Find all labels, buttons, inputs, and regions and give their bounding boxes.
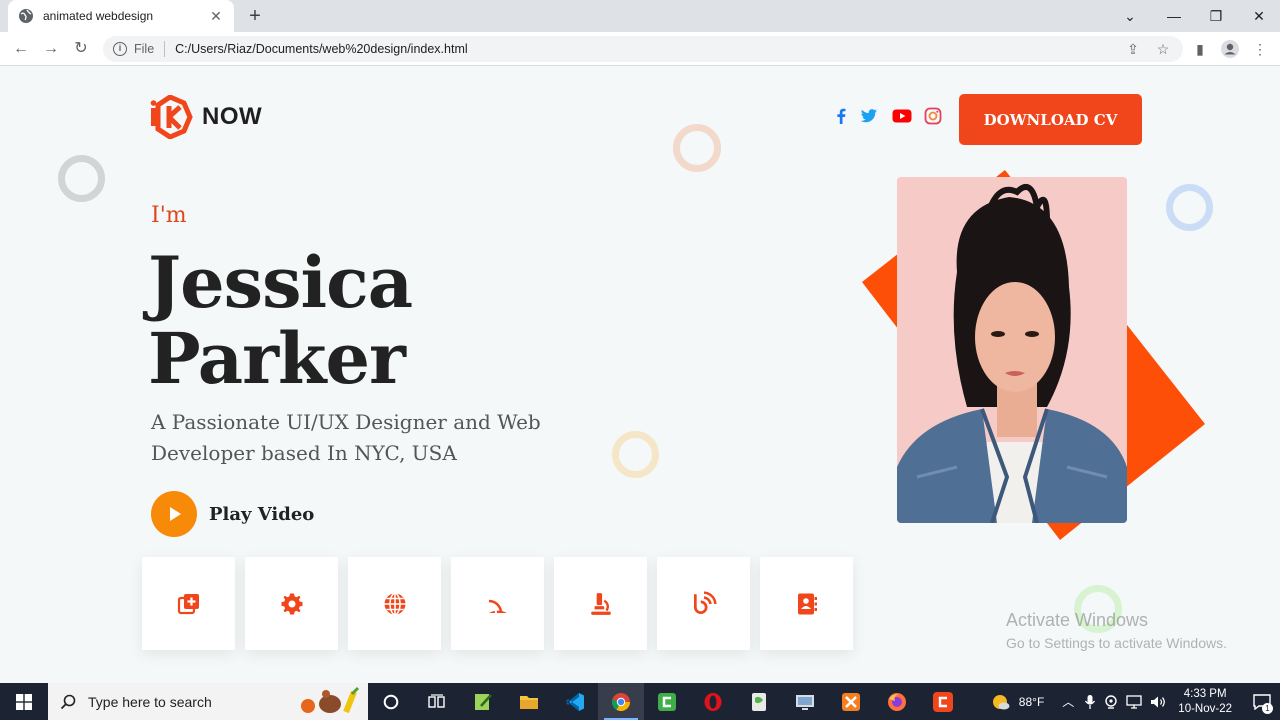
windows-taskbar: Type here to search 88°F ︿ 4:33 PM 10-No… [0,683,1280,720]
service-cards [142,557,853,650]
notepad-plus-icon[interactable] [460,683,506,720]
service-card[interactable] [657,557,750,650]
file-explorer-icon[interactable] [506,683,552,720]
web-page: NOW DOWNLOAD CV I'm Jessica Parker A Pas… [0,67,1280,683]
analytics-icon [693,590,717,614]
remote-desktop-icon[interactable] [782,683,828,720]
service-card[interactable] [245,557,338,650]
microphone-icon[interactable] [1084,694,1096,710]
opera-icon[interactable] [690,683,736,720]
tab-title: animated webdesign [43,9,154,23]
instagram-icon[interactable] [924,107,942,125]
restore-button[interactable]: ❐ [1194,0,1238,32]
new-tab-button[interactable]: + [245,6,265,26]
vscode-icon[interactable] [552,683,598,720]
close-window-button[interactable]: ✕ [1237,0,1280,32]
play-icon[interactable] [151,491,197,537]
weather-sun-icon[interactable] [991,692,1011,712]
tab-search-icon[interactable]: ⌄ [1108,0,1152,32]
browser-toolbar: ← → ↻ i File C:/Users/Riaz/Documents/web… [0,32,1280,66]
back-icon[interactable]: ← [11,39,31,59]
play-video-label: Play Video [209,503,315,525]
cortana-icon[interactable] [368,683,414,720]
close-tab-icon[interactable]: ✕ [208,8,224,24]
chrome-icon[interactable] [598,683,644,720]
screen-recorder-icon[interactable] [920,683,966,720]
share-icon[interactable]: ⇪ [1123,39,1143,59]
decor-ring [58,155,105,202]
system-tray: 88°F ︿ 4:33 PM 10-Nov-22 1 [991,683,1280,720]
greeting: I'm [151,203,187,228]
start-button[interactable] [0,683,48,720]
hero-tagline: A Passionate UI/UX Designer and Web Deve… [151,410,541,465]
volume-icon[interactable] [1150,695,1166,709]
microscope-icon [590,592,611,615]
address-scheme: File [134,42,155,56]
facebook-icon[interactable] [832,107,850,125]
forward-icon[interactable]: → [41,39,61,59]
clock[interactable]: 4:33 PM 10-Nov-22 [1178,687,1232,717]
minimize-button[interactable]: — [1152,0,1196,32]
globe-icon [19,9,33,23]
youtube-icon[interactable] [892,107,912,125]
last-name: Parker [148,317,406,400]
site-logo[interactable]: NOW [150,95,262,139]
play-video-button[interactable]: Play Video [151,491,314,537]
address-bar[interactable]: i File C:/Users/Riaz/Documents/web%20des… [103,36,1183,62]
contact-book-icon [797,593,817,614]
gear-icon [281,593,302,614]
temperature[interactable]: 88°F [1019,695,1044,709]
ebook-app-icon[interactable] [736,683,782,720]
webcam-icon[interactable] [1104,694,1118,709]
thanksgiving-illustration-icon [301,686,360,714]
service-card[interactable] [348,557,441,650]
logo-text: NOW [202,103,263,130]
service-card[interactable] [760,557,853,650]
network-icon[interactable] [1126,694,1142,709]
reload-icon[interactable]: ↻ [71,39,91,59]
hero-name: Jessica Parker [148,241,413,400]
firefox-icon[interactable] [874,683,920,720]
xampp-icon[interactable] [828,683,874,720]
windows-logo-icon [16,693,32,710]
date-text: 10-Nov-22 [1178,702,1232,715]
download-cv-button[interactable]: DOWNLOAD CV [959,94,1142,145]
taskbar-search-box[interactable]: Type here to search [48,683,368,720]
watermark-title: Activate Windows [1006,610,1149,630]
activate-windows-watermark: Activate Windows Go to Settings to activ… [1006,610,1227,651]
notification-center-icon[interactable]: 1 [1244,683,1280,720]
bookmark-star-icon[interactable]: ☆ [1153,39,1173,59]
divider [164,41,166,57]
info-icon[interactable]: i [113,42,127,56]
task-view-icon[interactable] [414,683,460,720]
watermark-subtitle: Go to Settings to activate Windows. [1006,635,1227,651]
service-card[interactable] [142,557,235,650]
first-name: Jessica [148,241,413,324]
search-icon [60,694,76,709]
camtasia-icon[interactable] [644,683,690,720]
browser-tab-strip: animated webdesign ✕ + ⌄ — ❐ ✕ [0,0,1280,32]
service-card[interactable] [451,557,544,650]
globe-icon [384,592,405,615]
show-hidden-icons-icon[interactable]: ︿ [1062,693,1074,710]
notification-badge: 1 [1262,703,1273,714]
time-text: 4:33 PM [1183,687,1227,700]
decor-ring [612,431,659,478]
logo-mark-icon [150,95,193,139]
profile-icon[interactable] [1220,39,1240,59]
profile-photo [897,177,1127,523]
twitter-icon[interactable] [860,107,878,125]
add-copy-icon [177,593,199,614]
service-card[interactable] [554,557,647,650]
side-panel-icon[interactable]: ▮ [1190,39,1210,59]
url-text[interactable]: C:/Users/Riaz/Documents/web%20design/ind… [175,42,468,56]
decor-ring [673,124,721,172]
browser-tab[interactable]: animated webdesign ✕ [8,0,234,32]
rss-icon [488,599,507,613]
menu-kebab-icon[interactable]: ⋮ [1250,39,1270,59]
search-placeholder: Type here to search [88,693,212,710]
